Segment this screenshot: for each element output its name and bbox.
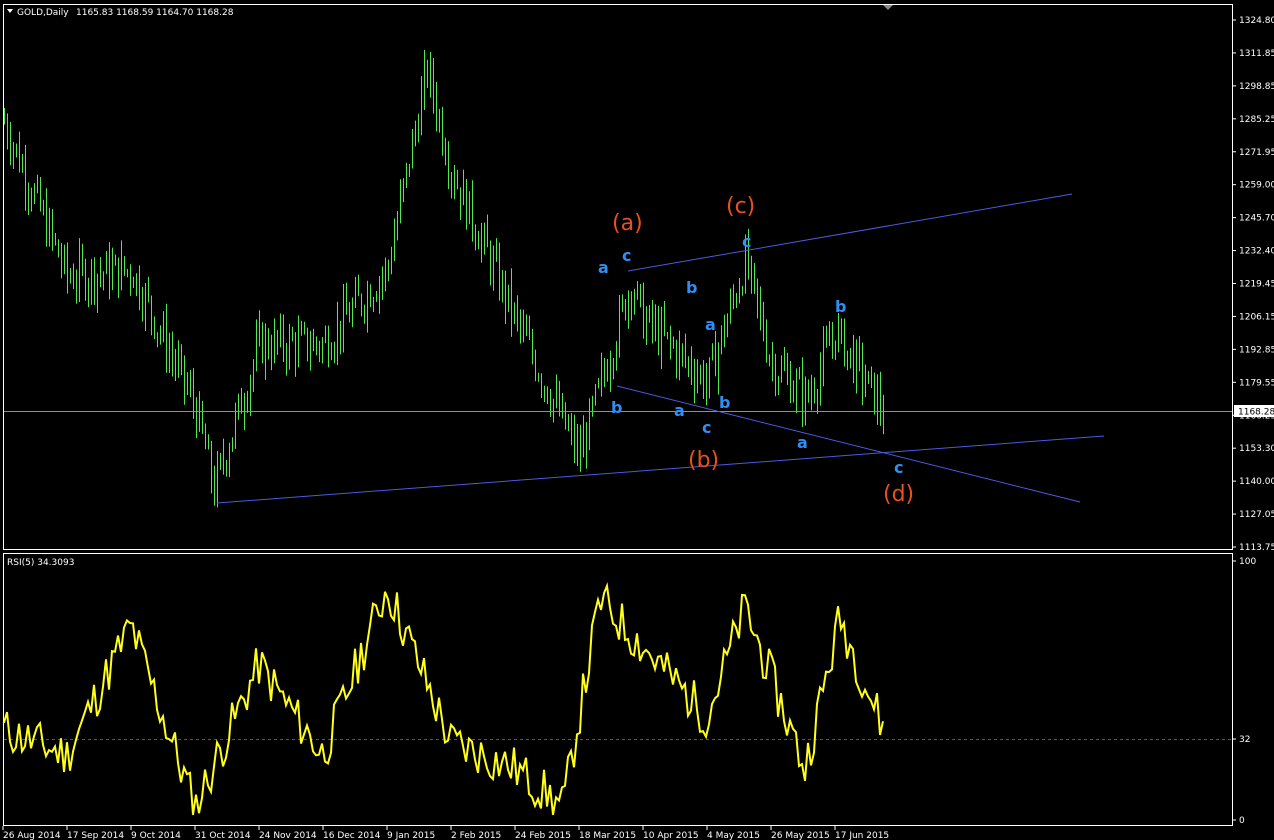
price-tick-label: 1140.00 (1239, 477, 1274, 487)
ohlc-values: 1165.83 1168.59 1164.70 1168.28 (76, 8, 234, 18)
x-tick-label: 9 Oct 2014 (131, 831, 181, 840)
rsi-tick-label: 0 (1239, 816, 1245, 826)
x-tick-label: 24 Feb 2015 (515, 831, 571, 840)
price-tick-label: 1127.05 (1239, 510, 1274, 520)
wave-label-a: a (797, 433, 808, 452)
price-tick-label: 1192.85 (1239, 345, 1274, 355)
symbol-label: GOLD,Daily (17, 8, 69, 18)
wave-label-c: c (894, 458, 903, 477)
x-tick-label: 24 Nov 2014 (259, 831, 317, 840)
price-tick-label: 1324.80 (1239, 16, 1274, 26)
x-tick-label: 10 Apr 2015 (643, 831, 699, 840)
price-tick-label: 1206.15 (1239, 312, 1274, 322)
wave-label-b: b (835, 297, 846, 316)
price-tick-label: 1232.40 (1239, 247, 1274, 257)
price-tick-label: 1259.00 (1239, 181, 1274, 191)
x-tick-label: 26 Aug 2014 (3, 831, 61, 840)
price-tick-label: 1219.45 (1239, 280, 1274, 290)
wave-label-major-d: (d) (883, 482, 914, 507)
current-price-label: 1168.28 (1238, 408, 1274, 418)
x-tick-label: 17 Jun 2015 (835, 831, 889, 840)
price-tick-label: 1153.30 (1239, 444, 1274, 454)
price-tick-label: 1298.85 (1239, 82, 1274, 92)
price-tick-label: 1311.85 (1239, 49, 1274, 59)
rsi-label: RSI(5) 34.3093 (7, 558, 74, 568)
wave-label-major-c: (c) (726, 194, 755, 219)
chart-background (0, 0, 1274, 840)
wave-label-a: a (598, 258, 609, 277)
wave-label-a: a (674, 401, 685, 420)
price-tick-label: 1245.70 (1239, 214, 1274, 224)
x-tick-label: 31 Oct 2014 (195, 831, 251, 840)
x-tick-label: 9 Jan 2015 (387, 831, 435, 840)
wave-label-c: c (702, 418, 711, 437)
x-tick-label: 4 May 2015 (707, 831, 760, 840)
wave-label-a: a (705, 315, 716, 334)
x-tick-label: 26 May 2015 (771, 831, 830, 840)
price-tick-label: 1179.55 (1239, 378, 1274, 388)
price-tick-label: 1113.75 (1239, 543, 1274, 553)
wave-label-b: b (719, 393, 730, 412)
wave-label-c: c (622, 246, 631, 265)
rsi-tick-label: 32 (1239, 735, 1250, 745)
x-tick-label: 16 Dec 2014 (323, 831, 381, 840)
wave-label-major-a: (a) (612, 211, 643, 236)
x-tick-label: 17 Sep 2014 (67, 831, 124, 840)
price-tick-label: 1271.95 (1239, 148, 1274, 158)
x-tick-label: 18 Mar 2015 (579, 831, 636, 840)
rsi-tick-label: 100 (1239, 557, 1256, 567)
wave-label-b: b (611, 398, 622, 417)
wave-label-b: b (686, 278, 697, 297)
price-tick-label: 1285.25 (1239, 115, 1274, 125)
wave-label-c: c (742, 232, 751, 251)
wave-label-major-b: (b) (688, 448, 719, 473)
x-tick-label: 2 Feb 2015 (451, 831, 501, 840)
trading-chart[interactable]: GOLD,Daily 1165.83 1168.59 1164.70 1168.… (0, 0, 1274, 840)
